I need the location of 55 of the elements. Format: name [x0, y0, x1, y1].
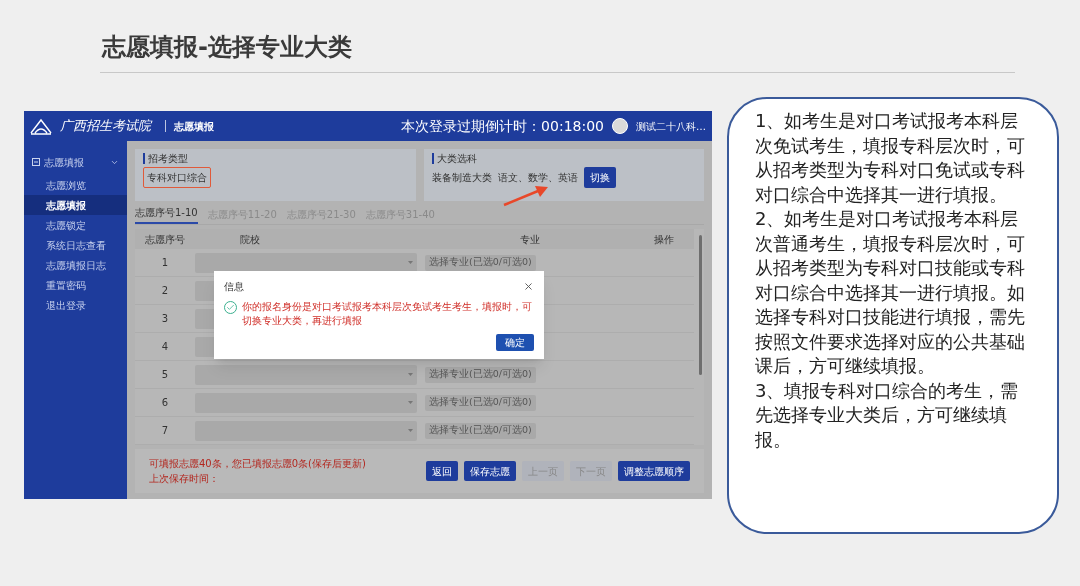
- row-number: 6: [161, 396, 169, 410]
- countdown-text: 本次登录过期倒计时：00:18:00: [401, 116, 604, 136]
- school-select[interactable]: [195, 392, 417, 413]
- footer-button[interactable]: 保存志愿: [464, 461, 516, 481]
- sidebar-item[interactable]: 重置密码: [24, 275, 127, 295]
- school-select[interactable]: [195, 420, 417, 441]
- section-title: 志愿填报: [174, 119, 214, 134]
- user-name: 测试二十八科…: [636, 119, 706, 134]
- row-number: 7: [161, 424, 169, 438]
- row-number: 2: [161, 284, 169, 298]
- note-paragraph: 1、如考生是对口考试报考本科层次免试考生，填报专科层次时，可从招考类型为专科对口免试或专科对口综合中选择其一进行填报。: [755, 109, 1026, 207]
- confirm-button[interactable]: 确定: [496, 334, 534, 351]
- last-saved-text: 上次保存时间：: [149, 472, 220, 486]
- note-paragraph: 3、填报专科对口综合的考生，需先选择专业大类后，方可继续填报。: [755, 378, 1020, 452]
- school-select[interactable]: [195, 252, 417, 273]
- dialog-title: 信息: [224, 280, 244, 294]
- subjects-text: 语文、数学、英语: [497, 171, 578, 185]
- row-number: 1: [161, 256, 169, 270]
- logo-text: 广西招生考试院: [60, 117, 151, 136]
- switch-button[interactable]: 切换: [583, 167, 616, 188]
- school-select[interactable]: [195, 364, 417, 385]
- caret-icon: [408, 429, 413, 432]
- sidebar-item[interactable]: 志愿填报: [24, 195, 127, 215]
- sidebar-item[interactable]: 系统日志查看: [24, 235, 127, 255]
- dialog-message: 你的报名身份是对口考试报考本科层次免试考生考生，填报时，可切换专业大类，再进行填报: [242, 300, 533, 328]
- exam-type-value: 专科对口综合: [143, 167, 211, 188]
- slide-title: 志愿填报-选择专业大类: [102, 32, 352, 63]
- sidebar-item[interactable]: 志愿填报日志: [24, 255, 127, 275]
- caret-icon: [408, 373, 413, 376]
- tab[interactable]: 志愿序号1-10: [135, 205, 198, 224]
- column-header: 院校: [240, 232, 260, 247]
- logo-icon: [30, 117, 52, 135]
- field-label: 大类选科: [431, 153, 477, 164]
- footer-button[interactable]: 调整志愿顺序: [618, 461, 690, 481]
- column-header: 操作: [654, 232, 674, 247]
- sidebar-item[interactable]: 志愿浏览: [24, 175, 127, 195]
- sidebar-item[interactable]: 志愿锁定: [24, 215, 127, 235]
- notice-text: 可填报志愿40条，您已填报志愿0条(保存后更新): [149, 457, 367, 471]
- close-icon[interactable]: [523, 281, 534, 292]
- sidebar-item[interactable]: 退出登录: [24, 295, 127, 315]
- footer-button[interactable]: 返回: [426, 461, 458, 481]
- avatar: [612, 118, 628, 134]
- caret-icon: [408, 401, 413, 404]
- category-text: 装备制造大类: [431, 171, 492, 185]
- row-number: 3: [161, 312, 169, 326]
- caret-icon: [408, 261, 413, 264]
- pointer-arrow: [502, 185, 550, 207]
- column-header: 志愿序号: [145, 232, 185, 247]
- sidebar-group[interactable]: 志愿填报: [24, 149, 127, 175]
- row-number: 4: [161, 340, 169, 354]
- note-paragraph: 2、如考生是对口考试报考本科层次普通考生，填报专科层次时，可从招考类型为专科对口技能或专科对口综合中选择其一进行填报。如选择专科对口技能进行填报，需先按照文件要求选择对应的公共基础课后，方可继续填报。: [755, 207, 1026, 378]
- row-number: 5: [161, 368, 169, 382]
- field-label: 招考类型: [143, 153, 188, 164]
- column-header: 专业: [519, 232, 540, 247]
- menu-square-icon: [32, 158, 40, 166]
